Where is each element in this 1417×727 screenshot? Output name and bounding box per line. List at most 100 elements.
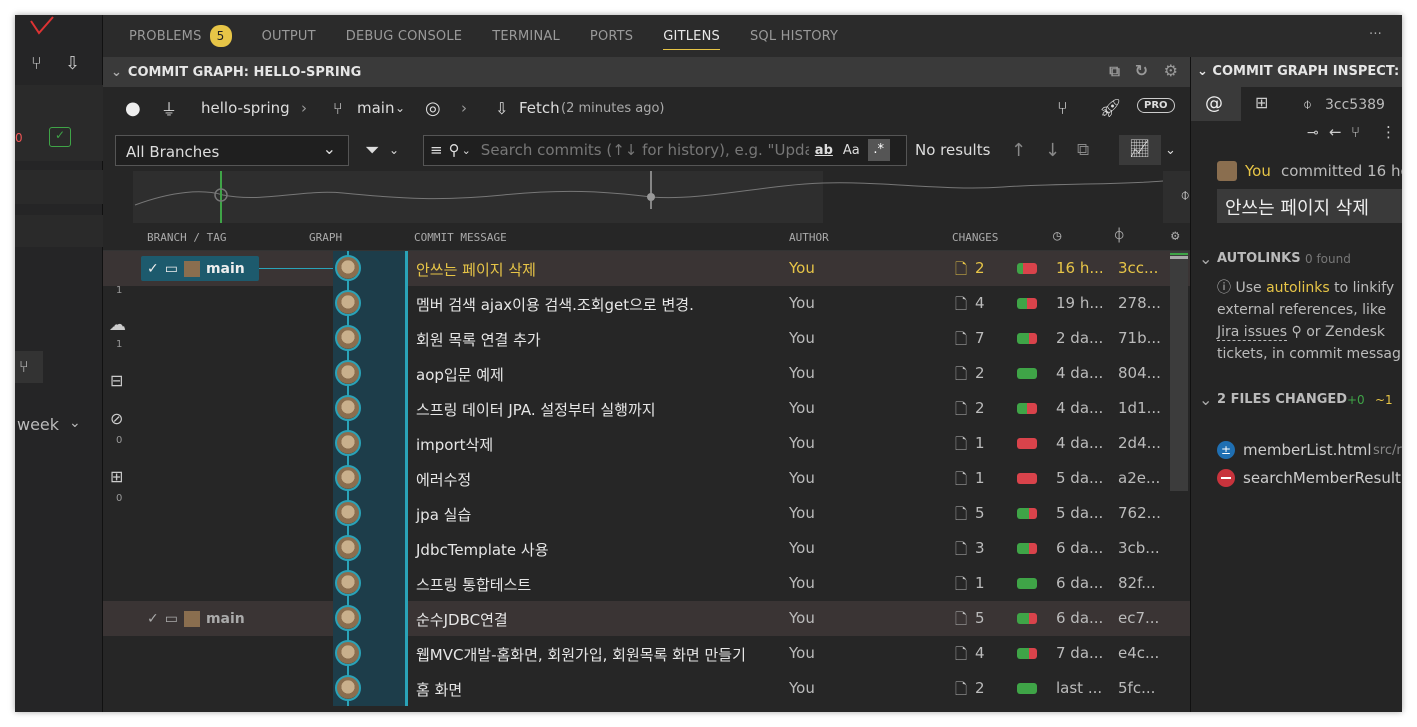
more-icon[interactable]: ⋮	[1381, 123, 1396, 141]
refresh-icon[interactable]: ↻	[1135, 61, 1148, 80]
tab-debug-console[interactable]: DEBUG CONSOLE	[346, 15, 462, 57]
branch-icon[interactable]: ⑂	[1351, 123, 1360, 141]
col-graph[interactable]: GRAPH	[309, 231, 342, 244]
table-row[interactable]: ✓ ▭ main 순수JDBC연결 You 🗋︎ 5 6 da... ec7...	[103, 601, 1190, 636]
at-icon[interactable]: @	[1191, 87, 1241, 121]
tab-terminal[interactable]: TERMINAL	[492, 15, 560, 57]
commit-avatar[interactable]	[335, 675, 361, 701]
chevron-down-icon[interactable]: ⌄	[1165, 143, 1176, 158]
arrow-down-icon[interactable]: ↓	[1045, 140, 1060, 161]
list-icon[interactable]: ≡	[430, 141, 443, 159]
target-icon[interactable]: ◎	[425, 98, 441, 119]
branch-select[interactable]: All Branches ⌄	[115, 134, 349, 166]
branch-icon[interactable]: ⑂	[31, 53, 42, 74]
search-icon[interactable]: ⚲	[449, 141, 460, 159]
match-case-toggle[interactable]: Aa	[843, 143, 860, 158]
pro-badge[interactable]: PRO	[1137, 98, 1175, 113]
github-icon[interactable]: ●	[125, 98, 141, 119]
branch-compare-icon[interactable]: ⊞	[1255, 93, 1268, 112]
tab-sql-history[interactable]: SQL HISTORY	[750, 15, 838, 57]
minimap-toggle-icon[interactable]: 📈︎	[1119, 135, 1161, 165]
table-row[interactable]: jpa 실습 You 🗋︎ 5 5 da... 762...	[103, 496, 1190, 531]
chevron-down-icon[interactable]: ⌄	[395, 101, 405, 115]
pin-icon[interactable]: ⊸	[1307, 125, 1319, 141]
table-row[interactable]: aop입문 예제 You 🗋︎ 2 4 da... 804...	[103, 356, 1190, 391]
table-row[interactable]: 스프링 데이터 JPA. 설정부터 실행까지 You 🗋︎ 2 4 da... 1d1..…	[103, 391, 1190, 426]
chevron-down-icon[interactable]: ⌄	[462, 144, 471, 157]
week-label[interactable]: week	[17, 415, 59, 434]
chevron-down-icon[interactable]: ⌄	[111, 65, 122, 80]
table-row[interactable]: 멤버 검색 ajax이용 검색.조회get으로 변경. You 🗋︎ 4 19 h...…	[103, 286, 1190, 321]
chevron-down-icon[interactable]: ⌄	[1199, 249, 1212, 268]
commit-avatar[interactable]	[335, 325, 361, 351]
col-author[interactable]: AUTHOR	[789, 231, 829, 244]
filter-icon[interactable]: ⏷	[365, 140, 379, 161]
search-box[interactable]: ≡ ⚲ ⌄ Search commits (↑↓ for history), e…	[423, 134, 907, 166]
commit-avatar[interactable]	[335, 465, 361, 491]
tab-output[interactable]: OUTPUT	[262, 15, 316, 57]
file-name[interactable]: searchMemberResult.htm	[1243, 469, 1402, 487]
commit-avatar[interactable]	[335, 290, 361, 316]
match-word-toggle[interactable]: ab	[815, 143, 833, 158]
fetch-label[interactable]: Fetch	[519, 99, 560, 117]
commit-avatar[interactable]	[335, 430, 361, 456]
col-branch[interactable]: BRANCH / TAG	[147, 231, 226, 244]
commit-avatar[interactable]	[335, 570, 361, 596]
table-row[interactable]: JdbcTemplate 사용 You 🗋︎ 3 6 da... 3cb...	[103, 531, 1190, 566]
arrow-up-icon[interactable]: ↑	[1011, 140, 1026, 161]
plug-icon[interactable]: ⏚	[161, 96, 177, 120]
table-row[interactable]: import삭제 You 🗋︎ 1 4 da... 2d4...	[103, 426, 1190, 461]
chevron-down-icon[interactable]: ⌄	[1197, 64, 1212, 79]
chevron-down-icon[interactable]: ⌄	[389, 143, 399, 157]
search-input[interactable]: Search commits (↑↓ for history), e.g. "U…	[481, 141, 809, 159]
commit-avatar[interactable]	[335, 395, 361, 421]
branch-add-icon[interactable]: ⑂	[15, 351, 43, 383]
minimap[interactable]: ⌽	[103, 171, 1190, 223]
more-icon[interactable]: ···	[1369, 27, 1382, 42]
commit-sha[interactable]: 3cc5389	[1325, 97, 1385, 113]
commit-avatar[interactable]	[335, 640, 361, 666]
autolinks-title[interactable]: AUTOLINKS	[1217, 251, 1301, 266]
commit-avatar[interactable]	[335, 500, 361, 526]
branch-pill[interactable]: ✓ ▭ main	[141, 256, 259, 281]
fetch-icon[interactable]: ⇩	[65, 53, 80, 74]
files-changed-title[interactable]: 2 FILES CHANGED	[1217, 392, 1347, 407]
table-row[interactable]: 에러수정 You 🗋︎ 1 5 da... a2e...	[103, 461, 1190, 496]
gear-icon[interactable]: ⚙	[1164, 61, 1178, 80]
branch-add-icon[interactable]: ⑂	[1057, 98, 1068, 119]
popout-icon[interactable]: ⧉	[1109, 62, 1120, 80]
jira-link[interactable]: Jira issues	[1217, 324, 1288, 341]
commit-icon[interactable]: ⌽	[1115, 228, 1123, 244]
scrollbar[interactable]	[1170, 251, 1188, 491]
check-icon[interactable]: ✓	[49, 127, 71, 147]
clock-icon[interactable]: ◷	[1053, 228, 1061, 244]
regex-toggle[interactable]: .*	[867, 139, 890, 161]
commit-avatar[interactable]	[335, 255, 361, 281]
fetch-icon[interactable]: ⇩	[495, 99, 508, 118]
commit-icon[interactable]: ⌽	[1180, 185, 1190, 205]
commit-avatar[interactable]	[335, 360, 361, 386]
table-row[interactable]: ✓ ▭ main 안쓰는 페이지 삭제 You 🗋︎ 2 16 h... 3cc...	[103, 251, 1190, 286]
col-changes[interactable]: CHANGES	[952, 231, 998, 244]
tab-gitlens[interactable]: GITLENS	[663, 15, 720, 57]
autolinks-link[interactable]: autolinks	[1266, 280, 1330, 296]
file-name[interactable]: memberList.html	[1243, 441, 1372, 459]
table-row[interactable]: 회원 목록 연결 추가 You 🗋︎ 7 2 da... 71b...	[103, 321, 1190, 356]
tab-problems[interactable]: PROBLEMS 5	[129, 15, 232, 57]
open-external-icon[interactable]: ⧉	[1077, 140, 1089, 160]
gear-icon[interactable]: ⚙	[1171, 228, 1179, 244]
commit-avatar[interactable]	[335, 535, 361, 561]
branch-name[interactable]: main	[357, 99, 394, 117]
table-row[interactable]: 홈 화면 You 🗋︎ 2 last ... 5fc...	[103, 671, 1190, 706]
commit-avatar[interactable]	[335, 605, 361, 631]
branch-pill[interactable]: ✓ ▭ main	[141, 606, 259, 631]
table-row[interactable]: 웹MVC개발-홈화면, 회원가입, 회원목록 화면 만들기 You 🗋︎ 4 7 da.…	[103, 636, 1190, 671]
table-row[interactable]: 스프링 통합테스트 You 🗋︎ 1 6 da... 82f...	[103, 566, 1190, 601]
tab-ports[interactable]: PORTS	[590, 15, 633, 57]
arrow-left-icon[interactable]: ←	[1329, 123, 1342, 141]
chevron-down-icon[interactable]: ⌄	[69, 415, 81, 431]
chevron-down-icon[interactable]: ⌄	[1199, 390, 1212, 409]
col-message[interactable]: COMMIT MESSAGE	[414, 231, 507, 244]
rocket-icon[interactable]: 🚀︎	[1099, 98, 1122, 119]
repo-name[interactable]: hello-spring	[201, 99, 290, 117]
